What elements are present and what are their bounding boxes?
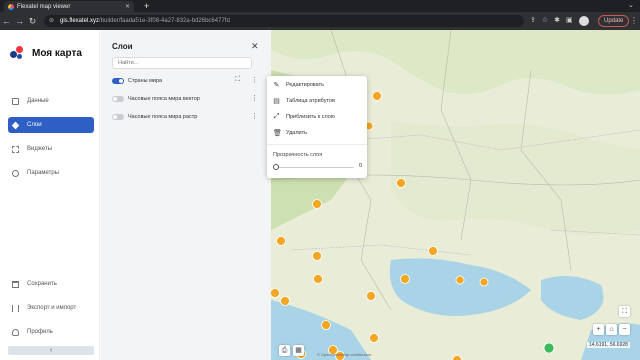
url-domain: gis.flexatel.xyz	[60, 18, 100, 24]
extensions-icon[interactable]: ✱	[554, 15, 560, 27]
zoom-in-button[interactable]: +	[593, 324, 604, 335]
profile-icon	[12, 328, 19, 336]
pencil-icon: ✎	[273, 82, 280, 89]
database-icon	[12, 97, 19, 105]
nav-item-label: Параметры	[27, 170, 59, 176]
collapse-sidebar-button[interactable]: ‹	[8, 346, 94, 355]
layer-label: Часовые пояса мира вектор	[128, 96, 200, 102]
nav-item-save[interactable]: Сохранить	[8, 276, 94, 292]
update-button[interactable]: Update	[598, 15, 630, 27]
menu-item-delete[interactable]: 🗑 Удалить	[273, 127, 363, 139]
browser-tab[interactable]: Flexatel map viewer ✕	[4, 1, 134, 12]
trash-icon: 🗑	[273, 130, 282, 137]
layer-row[interactable]: Часовые пояса мира вектор	[112, 94, 262, 104]
map-title: Моя карта	[32, 47, 82, 59]
browser-menu-icon[interactable]: ⋮	[630, 15, 638, 27]
menu-item-zoom-to-layer[interactable]: ⤢ Приблизить к слою	[273, 111, 363, 123]
layer-visibility-toggle[interactable]	[112, 96, 124, 102]
zoom-extent-icon: ⤢	[273, 113, 280, 120]
layer-search-input[interactable]	[112, 57, 252, 69]
layer-visibility-toggle[interactable]	[112, 78, 124, 84]
nav-item-layers[interactable]: Слои	[8, 117, 94, 133]
back-icon[interactable]: ←	[0, 16, 13, 26]
home-icon[interactable]: ⌂	[606, 324, 617, 335]
browser-toolbar: ← → ↻ ⊜ gis.flexatel.xyz/builder/faada51…	[0, 12, 640, 30]
opacity-value: 0	[359, 163, 363, 169]
more-vertical-icon[interactable]: ⋮	[251, 76, 258, 84]
layers-panel-title: Слои	[112, 42, 133, 51]
menu-item-label: Удалить	[286, 130, 307, 136]
more-vertical-icon[interactable]: ⋮	[251, 112, 258, 120]
nav-item-label: Виджеты	[27, 146, 53, 152]
table-icon: ▤	[273, 98, 280, 105]
style-brush-icon[interactable]: ⛶	[235, 76, 240, 84]
save-icon	[12, 280, 19, 288]
layer-label: Страны мира	[128, 78, 163, 84]
zoom-out-button[interactable]: −	[619, 324, 630, 335]
url-path: /builder/faada51e-3f08-4a27-832a-bd26bc6…	[99, 18, 230, 24]
reload-icon[interactable]: ↻	[26, 16, 39, 27]
extension-icons: ⇪ ☆ ✱ ▣	[530, 15, 589, 27]
share-icon[interactable]: ⇪	[530, 15, 536, 27]
menu-item-attribute-table[interactable]: ▤ Таблица атрибутов	[273, 95, 363, 107]
tab-list-icon[interactable]: ⌄	[628, 0, 634, 12]
bookmark-star-icon[interactable]: ☆	[542, 15, 548, 27]
close-icon[interactable]: ✕	[251, 41, 259, 52]
nav-item-label: Экспорт и импорт	[27, 305, 77, 311]
tab-close-icon[interactable]: ✕	[125, 3, 130, 10]
layers-icon	[11, 121, 20, 129]
nav-item-export[interactable]: Экспорт и импорт	[8, 300, 94, 316]
grid-select-icon[interactable]: ▦	[293, 345, 304, 356]
brand: Моя карта	[10, 46, 82, 60]
layer-label: Часовые пояса мира растр	[128, 114, 198, 120]
layer-context-menu: ✎ Редактировать ▤ Таблица атрибутов ⤢ Пр…	[267, 76, 367, 178]
sidepanel-icon[interactable]: ▣	[566, 15, 573, 27]
layer-row[interactable]: Часовые пояса мира растр	[112, 112, 262, 122]
browser-tab-bar: Flexatel map viewer ✕ + ⌄	[0, 0, 640, 12]
fullscreen-icon[interactable]: ⛶	[619, 306, 630, 317]
nav-item-data[interactable]: Данные	[8, 93, 94, 109]
menu-item-edit[interactable]: ✎ Редактировать	[273, 79, 363, 91]
tab-title: Flexatel map viewer	[17, 3, 71, 10]
opacity-slider-thumb[interactable]	[273, 164, 279, 170]
app-sidebar: Моя карта Данные Слои Виджеты Параметры …	[0, 30, 100, 360]
nav-item-label: Сохранить	[27, 281, 57, 287]
new-tab-button[interactable]: +	[144, 0, 149, 12]
nav-item-label: Данные	[27, 98, 49, 104]
nav-item-profile[interactable]: Профиль	[8, 324, 94, 340]
layer-visibility-toggle[interactable]	[112, 114, 124, 120]
flexatel-logo-icon	[10, 46, 24, 60]
widgets-icon	[12, 145, 19, 153]
nav-item-label: Профиль	[27, 329, 53, 335]
profile-avatar[interactable]	[578, 16, 589, 26]
more-vertical-icon[interactable]: ⋮	[251, 94, 258, 102]
nav-item-label: Слои	[27, 122, 42, 128]
cursor-coordinates: 14.6191, 56.6928	[587, 342, 630, 348]
opacity-label: Прозрачность слоя	[273, 152, 323, 158]
address-bar[interactable]: ⊜ gis.flexatel.xyz/builder/faada51e-3f08…	[44, 15, 524, 27]
menu-item-label: Приблизить к слою	[286, 114, 335, 120]
nav-item-settings[interactable]: Параметры	[8, 165, 94, 181]
forward-icon[interactable]: →	[13, 16, 26, 26]
menu-divider	[267, 144, 367, 145]
opacity-slider-track[interactable]	[276, 167, 354, 168]
site-info-icon[interactable]: ⊜	[49, 15, 54, 27]
print-icon[interactable]: ⎙	[279, 345, 290, 356]
flexatel-favicon-icon	[8, 3, 14, 10]
map-attribution: © OpenStreetMap contributors	[317, 352, 372, 357]
export-icon	[12, 304, 19, 312]
settings-icon	[12, 169, 19, 177]
nav-item-widgets[interactable]: Виджеты	[8, 141, 94, 157]
menu-item-label: Таблица атрибутов	[286, 98, 335, 104]
menu-item-label: Редактировать	[286, 82, 324, 88]
layers-panel: Слои ✕ Страны мира ⛶ ⋮ Часовые пояса мир…	[101, 30, 271, 360]
